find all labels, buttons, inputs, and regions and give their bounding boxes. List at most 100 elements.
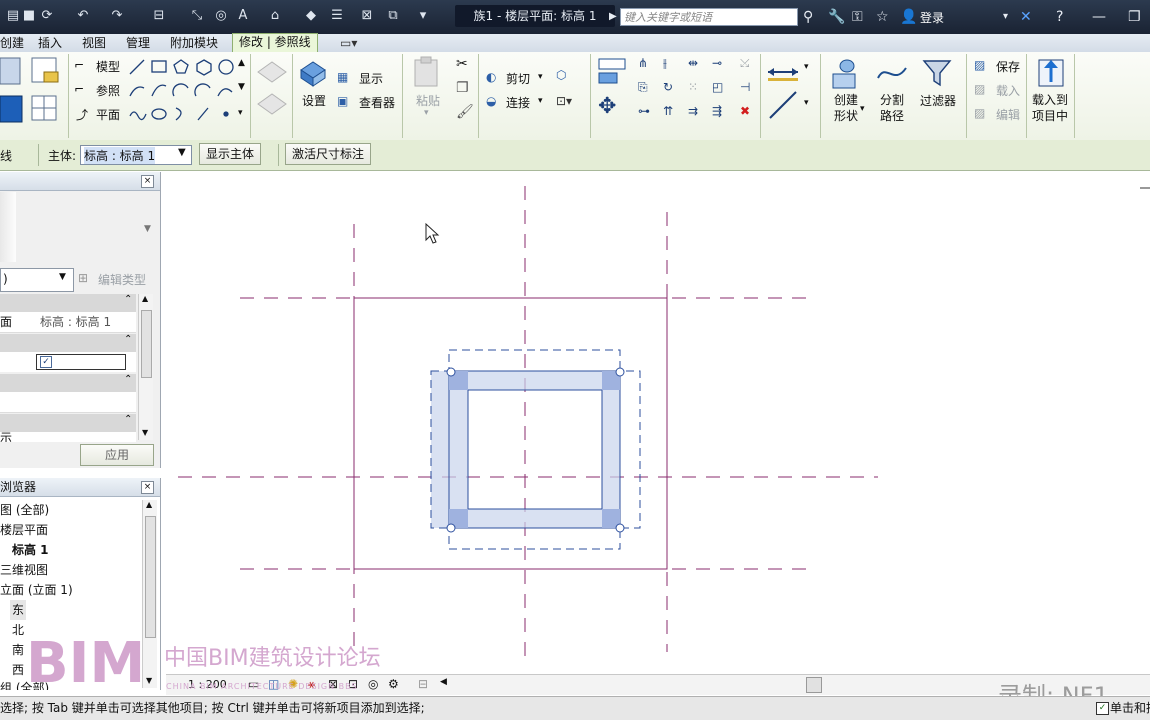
property-group-header[interactable]: ⌃ (0, 294, 136, 312)
tree-item[interactable]: 西 (12, 660, 24, 680)
draw-model-button[interactable]: 模型 (96, 58, 120, 75)
sync-icon[interactable]: ⟳ (38, 7, 56, 25)
thin-lines-icon[interactable]: ☰ (328, 7, 346, 25)
communication-icon[interactable]: ⚿ (852, 8, 863, 26)
tree-item[interactable]: 三维视图 (0, 560, 48, 580)
scroll-down-icon[interactable]: ▼ (238, 82, 245, 92)
scale-icon[interactable]: ◰ (712, 80, 723, 94)
join-geometry-button[interactable]: 连接 (506, 94, 530, 111)
join-dropdown-icon[interactable]: ▾ (538, 96, 543, 106)
dimension-icon[interactable]: ⤡ (188, 7, 206, 25)
set-workplane-button[interactable]: 设置 (302, 92, 326, 109)
split-face-icon[interactable]: ⊡▾ (556, 94, 572, 108)
3d-view-icon[interactable]: ⌂ (266, 7, 284, 25)
tree-item[interactable]: 楼层平面 (0, 520, 48, 540)
host-dropdown[interactable]: 标高 : 标高 1 ▼ (80, 145, 192, 165)
login-button[interactable]: 登录 (920, 9, 944, 26)
help-icon[interactable]: ? (1056, 8, 1063, 26)
reveal-hidden-icon[interactable]: ⚙ (388, 677, 399, 691)
split-element-icon[interactable]: ⊸ (712, 56, 722, 70)
delete-icon[interactable]: ✖ (740, 104, 750, 118)
drag-checkbox[interactable]: ✓ (1096, 702, 1109, 715)
filter-icon[interactable] (922, 58, 952, 88)
cut-geometry-icon[interactable]: ◐ (486, 70, 496, 84)
tab-insert[interactable]: 插入 (38, 35, 62, 51)
tab-modify-reference-line[interactable]: 修改 | 参照线 (232, 33, 318, 52)
draw-plane-button[interactable]: 平面 (96, 106, 120, 123)
join-geometry-icon[interactable]: ◒ (486, 94, 496, 108)
analytical-model-icon[interactable]: ⊟ (418, 677, 428, 691)
instance-filter-dropdown[interactable]: ) ▼ (0, 268, 74, 292)
property-group-header[interactable]: ⌃ (0, 334, 136, 352)
reference-plane-icon[interactable]: ⤴ (76, 106, 88, 123)
checkbox-checked[interactable]: ✓ (40, 356, 52, 368)
draw-shapes-gallery[interactable] (126, 56, 238, 122)
tree-item[interactable]: 南 (12, 640, 24, 660)
tab-view[interactable]: 视图 (82, 35, 106, 51)
scroll-up-icon[interactable]: ▲ (238, 58, 245, 68)
tab-create[interactable]: 创建 (0, 35, 24, 51)
draw-reference-button[interactable]: 参照 (96, 82, 120, 99)
show-workplane-icon[interactable]: ▦ (337, 70, 348, 84)
show-workplane-button[interactable]: 显示 (359, 70, 383, 87)
model-line-icon[interactable]: ⌐ (74, 58, 84, 72)
cut-dropdown-icon[interactable]: ▾ (538, 72, 543, 82)
property-row-empty[interactable] (0, 392, 136, 413)
trim-single-icon[interactable]: ⇈ (663, 104, 673, 118)
create-form-icon[interactable] (830, 56, 864, 90)
type-selector-arrow-icon[interactable]: ▼ (144, 224, 151, 234)
binoculars-icon[interactable]: ⚲ (803, 8, 813, 26)
undo-icon[interactable]: ↶ (74, 7, 92, 25)
properties-scrollbar[interactable]: ▲ ▼ (138, 294, 153, 440)
tab-addins[interactable]: 附加模块 (170, 35, 218, 51)
split-gap-icon[interactable]: ⇶ (712, 104, 722, 118)
apply-button[interactable]: 应用 (80, 444, 154, 466)
close-icon[interactable]: × (141, 481, 154, 494)
mirror-axis-icon[interactable]: ⫲ (663, 56, 667, 71)
close-icon[interactable]: × (141, 175, 154, 188)
create-form-button[interactable]: 创建 形状 (834, 92, 858, 124)
minimize-icon[interactable]: — (1092, 8, 1106, 26)
mirror-draw-icon[interactable]: ⇹ (688, 56, 698, 70)
offset-icon[interactable]: ⋔ (638, 56, 648, 70)
exchange-icon[interactable]: ✕ (1020, 8, 1032, 26)
plan-view-drawing[interactable] (166, 172, 1150, 674)
divide-path-button[interactable]: 分割 路径 (880, 92, 904, 124)
match-properties-icon[interactable]: 🖌 (456, 104, 474, 120)
filter-button[interactable]: 过滤器 (920, 92, 956, 109)
pin-icon[interactable]: ⊣ (740, 80, 750, 94)
gallery-expand-icon[interactable]: ▾ (238, 108, 243, 118)
trim-icon[interactable]: ⊶ (638, 104, 650, 118)
temp-hide-icon[interactable]: ◎ (368, 677, 378, 691)
dimension-dropdown-icon[interactable]: ▾ (804, 98, 809, 108)
text-icon[interactable]: A (234, 7, 252, 25)
modify-tool-icons[interactable] (0, 56, 66, 130)
measure-icon[interactable]: ⊟ (150, 7, 168, 25)
tree-item[interactable]: 东 (10, 600, 27, 620)
activate-dimensions-button[interactable]: 激活尺寸标注 (285, 143, 372, 165)
viewer-icon[interactable]: ▣ (337, 94, 348, 108)
switch-windows-icon[interactable]: ⧉ (384, 7, 402, 25)
dropdown-icon[interactable]: ▾ (414, 7, 432, 25)
scroll-left-icon[interactable]: ◀ (440, 677, 447, 687)
user-icon[interactable]: 👤 (900, 8, 917, 26)
close-hidden-icon[interactable]: ⊠ (358, 7, 376, 25)
load-into-project-button[interactable]: 载入到 项目中 (1032, 92, 1068, 124)
save-selection-button[interactable]: 保存 (996, 58, 1020, 75)
cut-clipboard-icon[interactable]: ✂ (456, 56, 468, 72)
set-workplane-icon[interactable] (299, 58, 327, 88)
tag-icon[interactable]: ◎ (212, 7, 230, 25)
create-form-dropdown-icon[interactable]: ▾ (860, 104, 865, 114)
divide-path-icon[interactable] (876, 60, 910, 86)
restore-icon[interactable]: ❐ (1128, 8, 1141, 26)
wall-join-icon[interactable]: ⬡ (556, 68, 566, 82)
tree-item[interactable]: 图 (全部) (0, 500, 49, 520)
copy-icon[interactable]: ❐ (456, 80, 469, 96)
favorites-icon[interactable]: ☆ (876, 8, 889, 26)
tree-item[interactable]: 北 (12, 620, 24, 640)
property-row-host[interactable]: 面 标高 : 标高 1 (0, 312, 136, 333)
section-icon[interactable]: ◆ (302, 7, 320, 25)
reference-line-icon[interactable]: ⌐ (74, 82, 84, 96)
subscription-icon[interactable]: 🔧 (828, 8, 845, 26)
measure-dropdown-icon[interactable]: ▾ (804, 62, 809, 72)
